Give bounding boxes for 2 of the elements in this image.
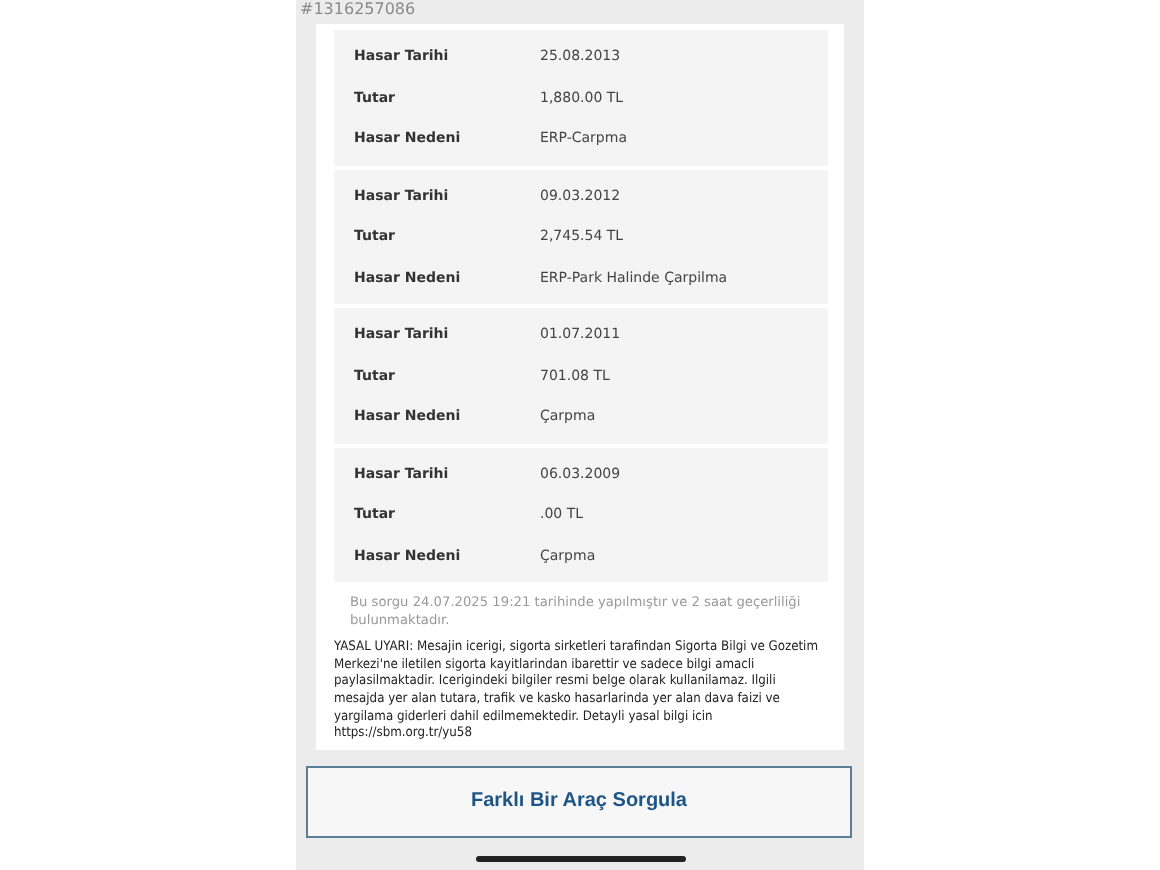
query-another-vehicle-button[interactable]: Farklı Bir Araç Sorgula	[306, 765, 852, 838]
query-id: #1316257086	[300, 0, 418, 22]
